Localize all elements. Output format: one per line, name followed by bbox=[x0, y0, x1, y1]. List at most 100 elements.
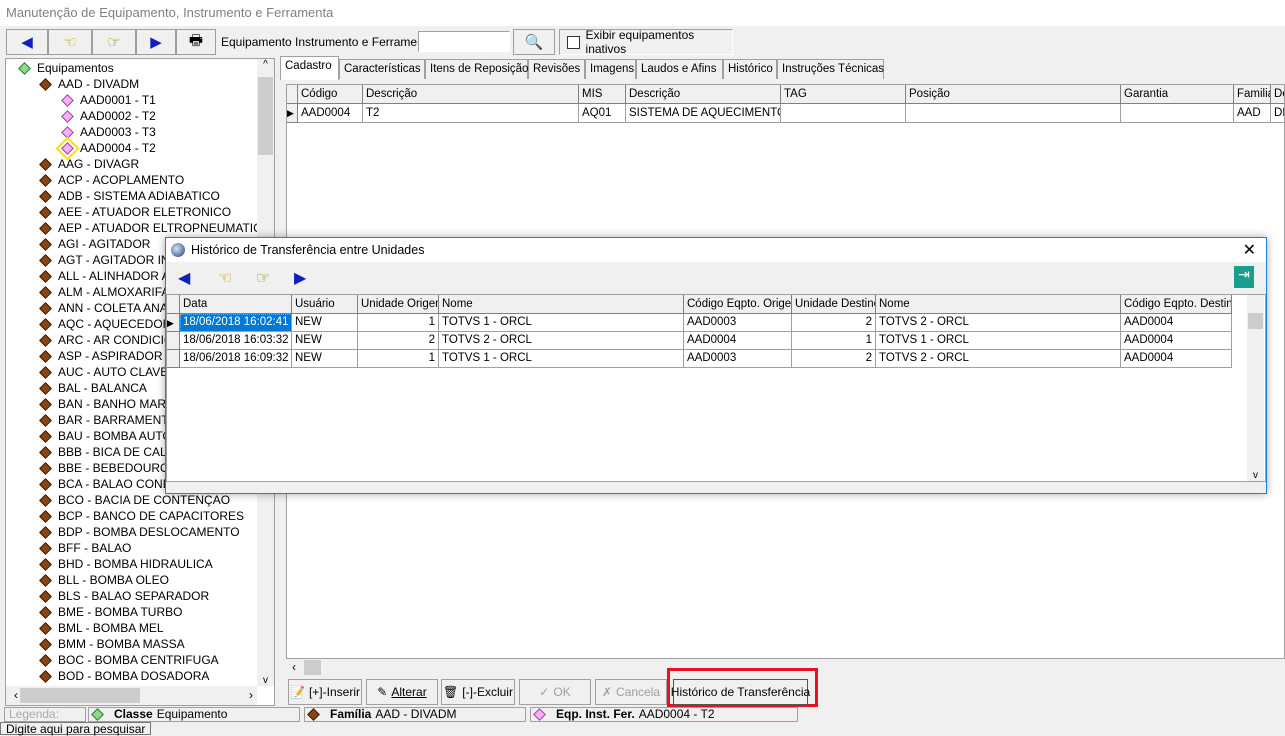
grid-cell[interactable]: NEW bbox=[292, 350, 358, 368]
tree-item[interactable]: BAN - BANHO MARI bbox=[39, 396, 169, 412]
tree-item[interactable]: BLS - BALAO SEPARADOR bbox=[39, 588, 209, 604]
column-header[interactable]: Unidade Destino bbox=[792, 295, 876, 314]
column-header[interactable]: Familia bbox=[1234, 85, 1271, 104]
tree-item[interactable]: BOC - BOMBA CENTRIFUGA bbox=[39, 652, 219, 668]
tree-item[interactable]: AAD0004 - T2 bbox=[55, 135, 156, 161]
tab-4[interactable]: Imagens bbox=[585, 59, 636, 79]
tree-item[interactable]: AAG - DIVAGR bbox=[39, 156, 139, 172]
grid-cell[interactable]: 18/06/2018 16:03:32 bbox=[180, 332, 292, 350]
cancel-button[interactable]: ✗ Cancela bbox=[595, 679, 667, 705]
grid-cell[interactable]: T2 bbox=[363, 104, 579, 123]
delete-button[interactable]: 🗑 [-]-Excluir bbox=[441, 679, 515, 705]
tree-item[interactable]: AAD0002 - T2 bbox=[61, 108, 156, 124]
tree-item[interactable]: BDP - BOMBA DESLOCAMENTO bbox=[39, 524, 240, 540]
edit-button[interactable]: ✎ Alterar bbox=[366, 679, 438, 705]
tab-1[interactable]: Características bbox=[339, 59, 425, 79]
grid-cell[interactable]: 1 bbox=[792, 332, 876, 350]
column-header[interactable]: Unidade Origem bbox=[358, 295, 439, 314]
search-button[interactable]: 🔍 bbox=[513, 29, 555, 55]
tree-item[interactable]: BLL - BOMBA OLEO bbox=[39, 572, 169, 588]
grid-cell[interactable]: NEW bbox=[292, 332, 358, 350]
tree-item[interactable]: BOD - BOMBA DOSADORA bbox=[39, 668, 209, 684]
transfer-history-button[interactable]: Histórico de Transferência bbox=[671, 679, 810, 705]
insert-button[interactable]: 📝 [+]-Inserir bbox=[288, 679, 362, 705]
tree-item[interactable]: ALL - ALINHADOR A bbox=[39, 268, 170, 284]
dialog-first-button[interactable]: ◀ bbox=[178, 268, 190, 288]
dialog-prev-button[interactable]: ☜ bbox=[218, 268, 232, 288]
tree-item[interactable]: AAD - DIVADM bbox=[39, 76, 139, 92]
transfer-grid[interactable]: Data Usuário Unidade Origem Nome Código Eqpt… bbox=[166, 294, 1266, 482]
grid-cell[interactable]: 2 bbox=[792, 350, 876, 368]
exit-door-icon[interactable]: ⇥ bbox=[1234, 266, 1254, 288]
grid-cell[interactable]: AAD0004 bbox=[298, 104, 363, 123]
tree-item[interactable]: ARC - AR CONDICIO bbox=[39, 332, 173, 348]
tree-item[interactable]: BBB - BICA DE CALD bbox=[39, 444, 175, 460]
tree-item[interactable]: BCO - BACIA DE CONTENÇAO bbox=[39, 492, 230, 508]
scroll-thumb[interactable] bbox=[258, 77, 273, 155]
grid-cell[interactable]: TOTVS 1 - ORCL bbox=[876, 332, 1121, 350]
column-header[interactable]: Descrição bbox=[363, 85, 579, 104]
grid-cell[interactable]: AAD0004 bbox=[1121, 350, 1232, 368]
tree-item[interactable]: ALM - ALMOXARIFA bbox=[39, 284, 169, 300]
print-button[interactable]: 🖶 bbox=[176, 29, 216, 55]
grid-cell[interactable]: AQ01 bbox=[579, 104, 626, 123]
column-header[interactable]: Usuário bbox=[292, 295, 358, 314]
grid-cell[interactable]: NEW bbox=[292, 314, 358, 332]
grid-cell[interactable]: TOTVS 2 - ORCL bbox=[876, 314, 1121, 332]
tab-6[interactable]: Histórico bbox=[723, 59, 777, 79]
column-header[interactable]: De bbox=[1271, 85, 1284, 104]
tree-item[interactable]: AQC - AQUECEDOR bbox=[39, 316, 171, 332]
dialog-next-button[interactable]: ☞ bbox=[256, 268, 270, 288]
grid-cell[interactable]: TOTVS 1 - ORCL bbox=[439, 314, 684, 332]
tree-root[interactable]: Equipamentos bbox=[18, 60, 114, 76]
dialog-vertical-scrollbar[interactable]: v bbox=[1247, 295, 1264, 481]
tree-item[interactable]: BML - BOMBA MEL bbox=[39, 620, 164, 636]
tree-horizontal-scrollbar[interactable]: ‹ › bbox=[6, 686, 257, 705]
column-header[interactable]: Nome bbox=[439, 295, 684, 314]
grid-cell[interactable]: AAD0004 bbox=[1121, 332, 1232, 350]
tab-7[interactable]: Instruções Técnicas bbox=[777, 59, 884, 79]
first-record-button[interactable]: ◀ bbox=[6, 29, 48, 55]
tree-item[interactable]: AAD0001 - T1 bbox=[61, 92, 156, 108]
tree-item[interactable]: BHD - BOMBA HIDRAULICA bbox=[39, 556, 213, 572]
tree-item[interactable]: BBE - BEBEDOURO bbox=[39, 460, 169, 476]
column-header[interactable]: MIS bbox=[579, 85, 626, 104]
tree-item[interactable]: ANN - COLETA ANA bbox=[39, 300, 168, 316]
tree-item[interactable]: AAD0003 - T3 bbox=[61, 124, 156, 140]
column-header[interactable]: Data bbox=[180, 295, 292, 314]
column-header[interactable]: Descrição bbox=[626, 85, 781, 104]
column-header[interactable]: Código Eqpto. Origem bbox=[684, 295, 792, 314]
grid-cell[interactable]: 2 bbox=[358, 332, 439, 350]
tab-0[interactable]: Cadastro bbox=[280, 56, 339, 80]
tree-item[interactable]: AGI - AGITADOR bbox=[39, 236, 150, 252]
grid-cell[interactable]: AAD0004 bbox=[1121, 314, 1232, 332]
grid-cell[interactable]: 2 bbox=[792, 314, 876, 332]
column-header[interactable]: Posição bbox=[906, 85, 1121, 104]
tree-item[interactable]: BCP - BANCO DE CAPACITORES bbox=[39, 508, 244, 524]
last-record-button[interactable]: ▶ bbox=[136, 29, 176, 55]
tree-item[interactable]: BCA - BALAO COND bbox=[39, 476, 171, 492]
dialog-last-button[interactable]: ▶ bbox=[294, 268, 306, 288]
tree-item[interactable]: ADB - SISTEMA ADIABATICO bbox=[39, 188, 220, 204]
grid-cell[interactable]: 1 bbox=[358, 350, 439, 368]
tree-item[interactable]: AEP - ATUADOR ELTROPNEUMATICO bbox=[39, 220, 271, 236]
tab-5[interactable]: Laudos e Afins bbox=[636, 59, 723, 79]
ok-button[interactable]: ✓ OK bbox=[519, 679, 591, 705]
close-icon[interactable]: ✕ bbox=[1243, 240, 1256, 260]
grid-cell[interactable]: AAD bbox=[1234, 104, 1271, 123]
tree-item[interactable]: ASP - ASPIRADOR bbox=[39, 348, 162, 364]
column-header[interactable]: Nome bbox=[876, 295, 1121, 314]
previous-record-button[interactable]: ☜ bbox=[48, 29, 92, 55]
tree-item[interactable]: ACP - ACOPLAMENTO bbox=[39, 172, 184, 188]
grid-cell[interactable]: TOTVS 2 - ORCL bbox=[876, 350, 1121, 368]
column-header[interactable]: Garantia bbox=[1121, 85, 1234, 104]
tree-item[interactable]: AGT - AGITADOR IN bbox=[39, 252, 170, 268]
next-record-button[interactable]: ☞ bbox=[92, 29, 136, 55]
tree-item[interactable]: BAU - BOMBA AUTO bbox=[39, 428, 172, 444]
row-indicator[interactable] bbox=[167, 332, 180, 350]
grid-cell[interactable]: TOTVS 1 - ORCL bbox=[439, 350, 684, 368]
column-header[interactable]: Código bbox=[298, 85, 363, 104]
grid-cell[interactable]: 1 bbox=[358, 314, 439, 332]
column-header[interactable]: Código Eqpto. Destino bbox=[1121, 295, 1232, 314]
column-header[interactable]: TAG bbox=[781, 85, 906, 104]
